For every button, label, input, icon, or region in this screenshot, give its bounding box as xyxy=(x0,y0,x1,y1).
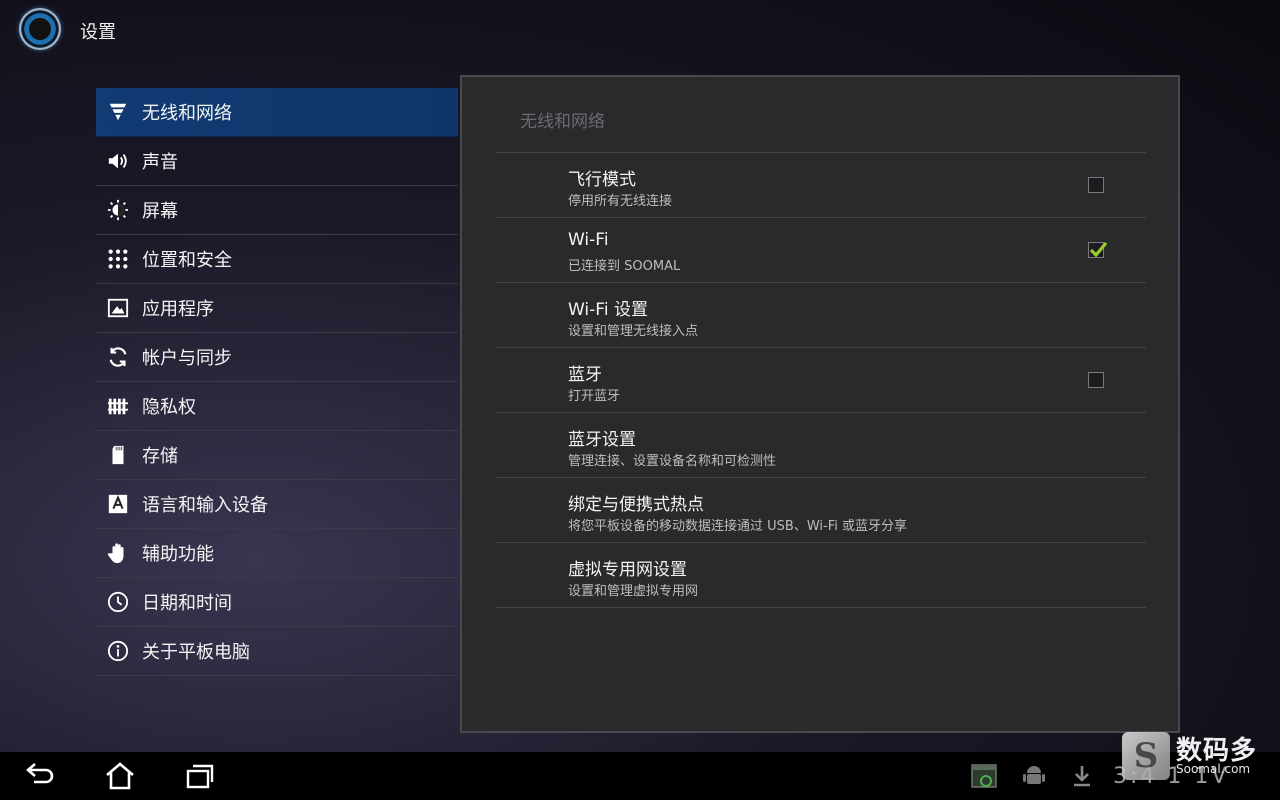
location-grid-icon xyxy=(106,247,130,271)
sidebar-item-label: 存储 xyxy=(142,446,178,467)
clock-icon xyxy=(106,590,130,614)
sidebar-item-label: 语言和输入设备 xyxy=(142,495,268,516)
privacy-fence-icon xyxy=(106,394,130,418)
wireless-settings-panel: 无线和网络 飞行模式 停用所有无线连接 Wi-Fi 已连接到 SOOMAL Wi… xyxy=(460,75,1180,733)
pref-title: 飞行模式 xyxy=(568,170,636,190)
pref-title: 绑定与便携式热点 xyxy=(568,495,704,515)
sidebar-item-accounts-sync[interactable]: 帐户与同步 xyxy=(96,333,458,382)
brightness-icon xyxy=(106,198,130,222)
android-debug-icon[interactable] xyxy=(1020,762,1048,790)
sidebar-item-label: 隐私权 xyxy=(142,397,196,418)
sidebar-item-label: 声音 xyxy=(142,152,178,173)
settings-sidebar: 无线和网络 声音 屏幕 位置和安全 应用程序 帐户与同步 隐私权 存储 语言和输… xyxy=(96,88,458,676)
airplane-mode-checkbox[interactable] xyxy=(1088,177,1104,193)
pref-title: 蓝牙设置 xyxy=(568,430,636,450)
pref-vpn-settings[interactable]: 虚拟专用网设置 设置和管理虚拟专用网 xyxy=(496,543,1146,608)
screenshot-notification-icon[interactable] xyxy=(970,762,998,790)
sidebar-item-label: 位置和安全 xyxy=(142,250,232,271)
pref-summary: 停用所有无线连接 xyxy=(568,194,673,209)
back-icon xyxy=(26,763,54,784)
pref-title: Wi-Fi xyxy=(568,230,609,250)
pref-summary: 管理连接、设置设备名称和可检测性 xyxy=(568,454,777,469)
app-title: 设置 xyxy=(80,22,116,43)
settings-app-icon[interactable] xyxy=(19,8,61,50)
pref-summary: 将您平板设备的移动数据连接通过 USB、Wi-Fi 或蓝牙分享 xyxy=(568,519,907,534)
applications-icon xyxy=(106,296,130,320)
pref-title: 虚拟专用网设置 xyxy=(568,560,687,580)
sidebar-item-sound[interactable]: 声音 xyxy=(96,137,458,186)
sidebar-item-storage[interactable]: 存储 xyxy=(96,431,458,480)
download-icon[interactable] xyxy=(1068,762,1096,790)
pref-summary: 设置和管理虚拟专用网 xyxy=(568,584,699,599)
pref-bluetooth[interactable]: 蓝牙 打开蓝牙 xyxy=(496,348,1146,413)
sidebar-item-label: 应用程序 xyxy=(142,299,214,320)
pref-airplane-mode[interactable]: 飞行模式 停用所有无线连接 xyxy=(496,153,1146,218)
sidebar-item-label: 无线和网络 xyxy=(142,103,232,124)
watermark-logo: S xyxy=(1122,732,1170,780)
action-bar: 设置 xyxy=(0,0,1280,58)
sidebar-item-label: 帐户与同步 xyxy=(142,348,232,369)
sidebar-item-date-time[interactable]: 日期和时间 xyxy=(96,578,458,627)
bluetooth-checkbox[interactable] xyxy=(1088,372,1104,388)
home-icon xyxy=(106,762,134,790)
checkmark-icon xyxy=(1089,241,1108,258)
pref-title: Wi-Fi 设置 xyxy=(568,300,648,320)
recent-apps-icon xyxy=(186,764,214,789)
sidebar-item-language-input[interactable]: 语言和输入设备 xyxy=(96,480,458,529)
pref-summary: 打开蓝牙 xyxy=(568,389,621,404)
watermark: S 数码多 Soomal.com xyxy=(1122,728,1262,780)
sidebar-item-display[interactable]: 屏幕 xyxy=(96,186,458,235)
info-icon xyxy=(106,639,130,663)
home-button[interactable] xyxy=(100,760,140,792)
sidebar-item-label: 关于平板电脑 xyxy=(142,642,250,663)
sidebar-item-location-security[interactable]: 位置和安全 xyxy=(96,235,458,284)
sync-icon xyxy=(106,345,130,369)
sd-card-icon xyxy=(106,443,130,467)
wireless-icon xyxy=(106,100,130,124)
system-nav-bar: 3:4 1 1V xyxy=(0,752,1280,800)
pref-bluetooth-settings[interactable]: 蓝牙设置 管理连接、设置设备名称和可检测性 xyxy=(496,413,1146,478)
watermark-url: Soomal.com xyxy=(1176,762,1251,776)
sidebar-item-accessibility[interactable]: 辅助功能 xyxy=(96,529,458,578)
pref-summary: 设置和管理无线接入点 xyxy=(568,324,699,339)
sidebar-item-label: 辅助功能 xyxy=(142,544,214,565)
sidebar-item-label: 屏幕 xyxy=(142,201,178,222)
sidebar-item-wireless[interactable]: 无线和网络 xyxy=(96,88,458,137)
back-button[interactable] xyxy=(20,760,60,792)
pref-title: 蓝牙 xyxy=(568,365,602,385)
preference-list: 飞行模式 停用所有无线连接 Wi-Fi 已连接到 SOOMAL Wi-Fi 设置… xyxy=(496,152,1146,608)
pref-wifi-settings[interactable]: Wi-Fi 设置 设置和管理无线接入点 xyxy=(496,283,1146,348)
sidebar-item-label: 日期和时间 xyxy=(142,593,232,614)
panel-header: 无线和网络 xyxy=(520,112,605,132)
sidebar-item-applications[interactable]: 应用程序 xyxy=(96,284,458,333)
sidebar-item-about[interactable]: 关于平板电脑 xyxy=(96,627,458,676)
pref-tethering-hotspot[interactable]: 绑定与便携式热点 将您平板设备的移动数据连接通过 USB、Wi-Fi 或蓝牙分享 xyxy=(496,478,1146,543)
pref-wifi[interactable]: Wi-Fi 已连接到 SOOMAL xyxy=(496,218,1146,283)
sidebar-item-privacy[interactable]: 隐私权 xyxy=(96,382,458,431)
keyboard-a-icon xyxy=(106,492,130,516)
wifi-checkbox[interactable] xyxy=(1088,241,1108,258)
pref-summary: 已连接到 SOOMAL xyxy=(568,259,681,274)
speaker-icon xyxy=(106,149,130,173)
recent-apps-button[interactable] xyxy=(180,760,220,792)
hand-icon xyxy=(106,541,130,565)
